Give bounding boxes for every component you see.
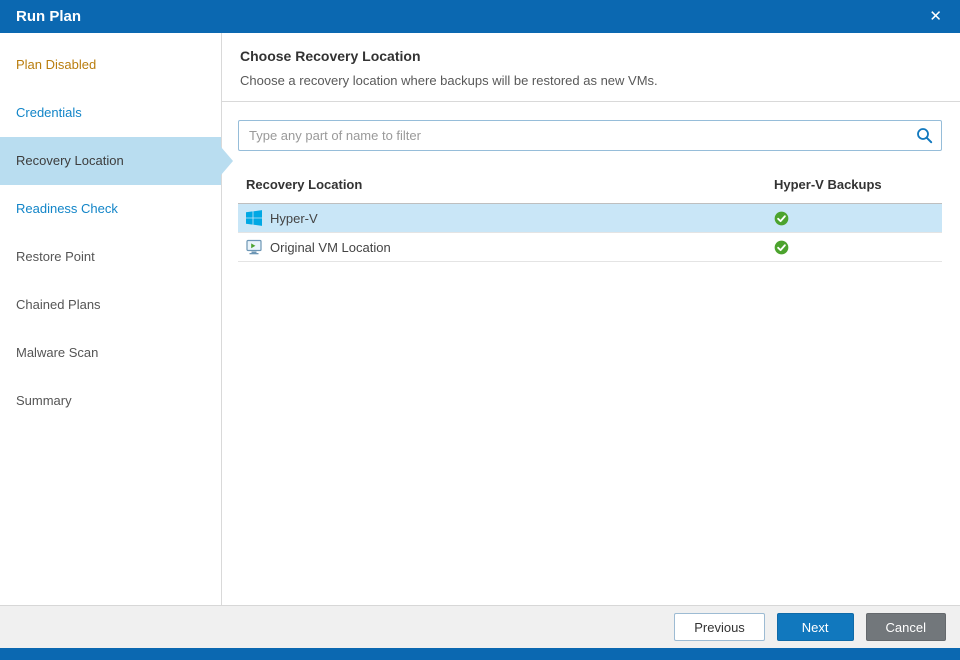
sidebar-item-credentials[interactable]: Credentials (0, 89, 221, 137)
sidebar-item-summary[interactable]: Summary (0, 377, 221, 425)
vm-location-icon (246, 239, 262, 255)
backup-ok-icon (774, 211, 789, 225)
cancel-button[interactable]: Cancel (865, 613, 946, 641)
sidebar-item-malware-scan[interactable]: Malware Scan (0, 329, 221, 377)
content-panel: Choose Recovery Location Choose a recove… (222, 33, 960, 605)
backup-ok-icon (774, 240, 789, 254)
page-subtitle: Choose a recovery location where backups… (240, 73, 658, 88)
step-header: Choose Recovery Location Choose a recove… (222, 33, 960, 101)
filter-input[interactable] (238, 120, 942, 151)
row-label: Hyper-V (270, 210, 318, 226)
previous-button[interactable]: Previous (674, 613, 765, 641)
table-header-row: Recovery Location Hyper-V Backups (238, 166, 942, 204)
sidebar-item-recovery-location[interactable]: Recovery Location (0, 137, 233, 185)
bottom-accent-strip (0, 648, 960, 660)
column-header-hyperv-backups: Hyper-V Backups (774, 177, 882, 192)
wizard-steps-sidebar: Plan Disabled Credentials Recovery Locat… (0, 33, 233, 605)
column-header-recovery-location: Recovery Location (246, 177, 363, 192)
recovery-location-table: Recovery Location Hyper-V Backups Hyper-… (238, 166, 942, 262)
close-icon[interactable]: ✕ (925, 5, 946, 28)
filter-bar (238, 120, 942, 151)
page-title: Choose Recovery Location (240, 48, 421, 64)
run-plan-dialog: Run Plan ✕ Plan Disabled Credentials Rec… (0, 0, 960, 660)
next-button[interactable]: Next (776, 613, 854, 641)
header-divider (222, 101, 960, 102)
table-row-hyperv[interactable]: Hyper-V (238, 204, 942, 233)
dialog-title: Run Plan (16, 8, 82, 25)
sidebar-item-plan-disabled[interactable]: Plan Disabled (0, 41, 221, 89)
sidebar-item-readiness-check[interactable]: Readiness Check (0, 185, 221, 233)
hyperv-icon (246, 210, 262, 226)
table-row-original-vm-location[interactable]: Original VM Location (238, 233, 942, 262)
sidebar-item-chained-plans[interactable]: Chained Plans (0, 281, 221, 329)
dialog-body: Plan Disabled Credentials Recovery Locat… (0, 33, 960, 605)
dialog-footer: Previous Next Cancel (0, 605, 960, 648)
search-icon[interactable] (916, 127, 933, 144)
row-label: Original VM Location (270, 239, 391, 255)
titlebar: Run Plan ✕ (0, 0, 960, 33)
sidebar-item-restore-point[interactable]: Restore Point (0, 233, 221, 281)
